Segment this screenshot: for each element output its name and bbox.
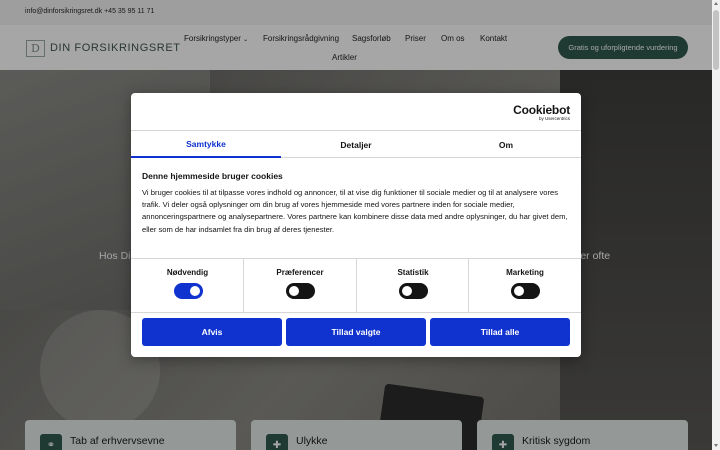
scrollbar-thumb[interactable]: [713, 10, 719, 70]
tab-detaljer[interactable]: Detaljer: [281, 131, 431, 158]
decline-button[interactable]: Afvis: [142, 318, 282, 346]
cookie-description: Denne hjemmeside bruger cookies Vi bruge…: [142, 171, 572, 236]
category-statistik: Statistik: [356, 259, 469, 313]
cookie-actions: Afvis Tillad valgte Tillad alle: [142, 318, 570, 346]
cookiebot-logo: Cookiebot by Usercentrics: [513, 103, 570, 121]
nodvendig-toggle[interactable]: [173, 283, 203, 299]
category-praeferencer: Præferencer: [243, 259, 356, 313]
page-scrollbar[interactable]: [712, 0, 720, 450]
cookie-tabs: Samtykke Detaljer Om: [131, 130, 581, 158]
tab-samtykke[interactable]: Samtykke: [131, 131, 281, 158]
cookie-category-toggles: Nødvendig Præferencer Statistik Marketin…: [131, 258, 581, 313]
tab-om[interactable]: Om: [431, 131, 581, 158]
praeferencer-toggle[interactable]: [286, 283, 315, 299]
allow-all-button[interactable]: Tillad alle: [430, 318, 570, 346]
scroll-up-icon[interactable]: [714, 2, 718, 5]
marketing-toggle[interactable]: [511, 283, 540, 299]
category-nodvendig: Nødvendig: [131, 259, 244, 313]
cookie-heading: Denne hjemmeside bruger cookies: [142, 171, 283, 181]
cookie-body-text: Vi bruger cookies til at tilpasse vores …: [142, 188, 568, 234]
category-marketing: Marketing: [468, 259, 581, 313]
allow-selected-button[interactable]: Tillad valgte: [286, 318, 426, 346]
statistik-toggle[interactable]: [399, 283, 428, 299]
cookie-consent-dialog: Cookiebot by Usercentrics Samtykke Detal…: [131, 93, 581, 357]
scroll-down-icon[interactable]: [714, 444, 718, 447]
